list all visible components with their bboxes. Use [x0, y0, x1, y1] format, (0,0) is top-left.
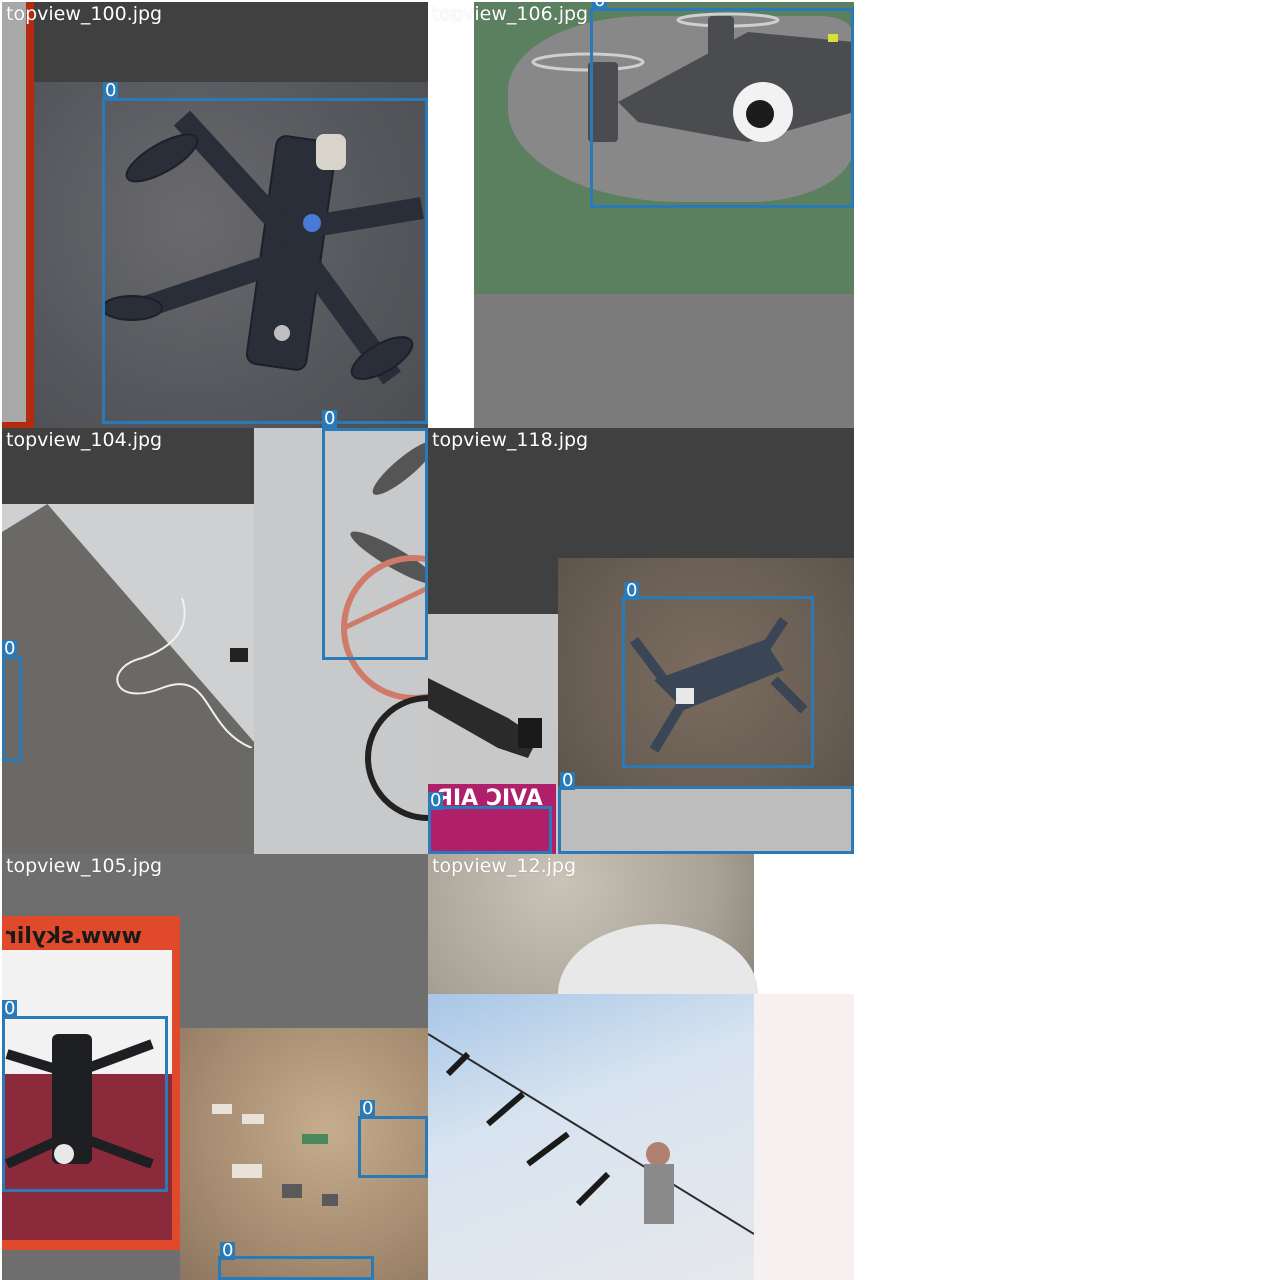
detection-box[interactable] — [622, 596, 814, 768]
mosaic-grid: 0 0 topview_100.jpg 0 topview_106.jpg — [0, 0, 1280, 1280]
detection-box[interactable] — [428, 806, 552, 854]
detection-box[interactable] — [2, 1016, 168, 1192]
tile-topview-104[interactable]: 0 topview_104.jpg — [2, 428, 428, 854]
tile-topview-118[interactable]: 0 AVIC AIR 0 0 topview_118.jpg — [428, 428, 854, 854]
detection-box[interactable] — [102, 98, 428, 424]
tile-filename: topview_106.jpg — [432, 3, 589, 25]
detection-label: 0 — [2, 998, 18, 1019]
drone-arm-image — [428, 678, 542, 758]
tile-topview-12[interactable]: topview_12.jpg — [428, 854, 854, 1280]
tile-filename: topview_105.jpg — [6, 855, 163, 877]
detection-box[interactable] — [558, 786, 854, 854]
detection-label: 0 — [592, 2, 608, 10]
poster-text: www.skylir — [6, 924, 142, 949]
detection-label: 0 — [220, 1240, 236, 1261]
detection-label: 0 — [322, 408, 338, 428]
bottom-gray-band — [474, 294, 854, 428]
detection-box[interactable] — [2, 656, 22, 762]
detection-box[interactable] — [218, 1256, 374, 1280]
detection-label: 0 — [428, 790, 444, 811]
detection-label: 0 — [624, 580, 640, 601]
vehicles-image — [212, 1104, 338, 1206]
tile-filename: topview_100.jpg — [6, 3, 163, 25]
detection-box[interactable] — [322, 428, 428, 660]
cable-image — [116, 597, 252, 748]
right-white-panel — [754, 994, 854, 1280]
tile-filename: topview_104.jpg — [6, 429, 163, 451]
rope-ladder-image — [428, 1033, 754, 1235]
detection-box[interactable] — [358, 1116, 428, 1178]
tile-topview-105[interactable]: www.skylir 0 0 0 topview_105.jpg — [2, 854, 428, 1280]
detection-label: 0 — [560, 770, 576, 791]
tile-topview-106[interactable]: 0 topview_106.jpg — [428, 2, 854, 428]
tile-filename: topview_118.jpg — [432, 429, 589, 451]
detection-label: 0 — [360, 1098, 376, 1119]
tile-filename: topview_12.jpg — [432, 855, 577, 877]
tile-topview-100[interactable]: 0 0 topview_100.jpg — [2, 2, 428, 428]
detection-box[interactable] — [590, 8, 854, 208]
left-red-frame — [2, 2, 34, 428]
detection-label: 0 — [103, 80, 119, 101]
white-strip — [428, 2, 474, 428]
detection-label: 0 — [2, 638, 18, 659]
